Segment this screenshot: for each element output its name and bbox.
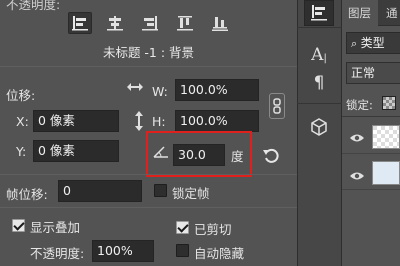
- character-icon[interactable]: A |: [304, 42, 334, 68]
- auto-hide-checkbox[interactable]: [176, 244, 189, 257]
- align-center-icon: [107, 16, 123, 31]
- frame-offset-field[interactable]: 0: [58, 180, 142, 202]
- divider: [0, 174, 297, 175]
- divider: [342, 116, 400, 117]
- eye-icon[interactable]: [349, 170, 365, 184]
- layer-row[interactable]: [342, 158, 400, 190]
- layer-filter[interactable]: ⌕ 类型: [346, 32, 400, 54]
- opacity-field[interactable]: 100%: [92, 240, 154, 262]
- angle-highlight-box: [146, 131, 252, 177]
- height-field[interactable]: 100.0%: [175, 110, 259, 132]
- opacity-label: 不透明度:: [30, 246, 85, 261]
- tab-channels[interactable]: 通: [380, 0, 400, 26]
- h-label: H:: [152, 114, 166, 129]
- x-label: X:: [16, 114, 29, 129]
- anchor-center-button[interactable]: [103, 12, 127, 34]
- y-field[interactable]: 0 像素: [33, 140, 119, 162]
- layer-title: 未标题 -1 : 背景: [102, 45, 195, 60]
- show-overlay-checkbox[interactable]: [12, 219, 25, 232]
- width-icon: [124, 79, 146, 95]
- anchor-top-button[interactable]: [173, 12, 197, 34]
- align-top-icon: [177, 16, 193, 31]
- height-icon: [129, 109, 149, 133]
- layers-panel: 图层 通 ⌕ 类型 正常 锁定:: [342, 0, 400, 266]
- search-icon: ⌕: [351, 37, 361, 50]
- position-label: 位移:: [6, 88, 36, 103]
- clipped-checkbox[interactable]: [176, 221, 189, 234]
- puppet-pin-icon[interactable]: [304, 0, 334, 26]
- 3d-icon[interactable]: [304, 114, 334, 140]
- w-label: W:: [152, 84, 168, 99]
- layer-row[interactable]: [342, 122, 400, 154]
- anchor-right-button[interactable]: [138, 12, 162, 34]
- lock-frame-label: 锁定帧: [172, 186, 210, 201]
- y-label: Y:: [16, 144, 27, 159]
- align-left-icon: [72, 16, 88, 31]
- reset-icon[interactable]: [261, 146, 281, 164]
- blend-mode-select[interactable]: 正常: [346, 62, 400, 84]
- width-field[interactable]: 100.0%: [175, 79, 259, 101]
- layer-thumbnail: [372, 161, 400, 185]
- anchor-bottom-button[interactable]: [208, 12, 232, 34]
- show-overlay-label: 显示叠加: [30, 220, 81, 235]
- properties-panel: 不透明度: 未标题 -1 : 背景 位移: W: 100.0% X: 0 像素 …: [0, 0, 297, 266]
- fade-label: 不透明度:: [6, 0, 61, 12]
- lock-label: 锁定:: [346, 98, 373, 112]
- divider: [297, 103, 342, 104]
- divider: [0, 207, 297, 208]
- link-icon[interactable]: [269, 93, 285, 119]
- clipped-label: 已剪切: [194, 222, 232, 237]
- lock-frame-checkbox[interactable]: [154, 184, 167, 197]
- anchor-left-button[interactable]: [68, 12, 92, 34]
- lock-transparent-icon[interactable]: [382, 96, 396, 110]
- align-right-icon: [142, 16, 158, 31]
- frame-offset-label: 帧位移:: [6, 187, 48, 202]
- divider: [0, 66, 297, 67]
- paragraph-icon[interactable]: ¶: [304, 70, 334, 96]
- align-bottom-icon: [212, 17, 228, 31]
- filter-type-label: 类型: [360, 36, 385, 50]
- x-field[interactable]: 0 像素: [33, 110, 119, 132]
- auto-hide-label: 自动隐藏: [194, 246, 245, 261]
- divider: [297, 27, 342, 28]
- eye-icon[interactable]: [349, 132, 365, 146]
- tab-layers[interactable]: 图层: [342, 0, 378, 26]
- layer-thumbnail: [372, 125, 400, 149]
